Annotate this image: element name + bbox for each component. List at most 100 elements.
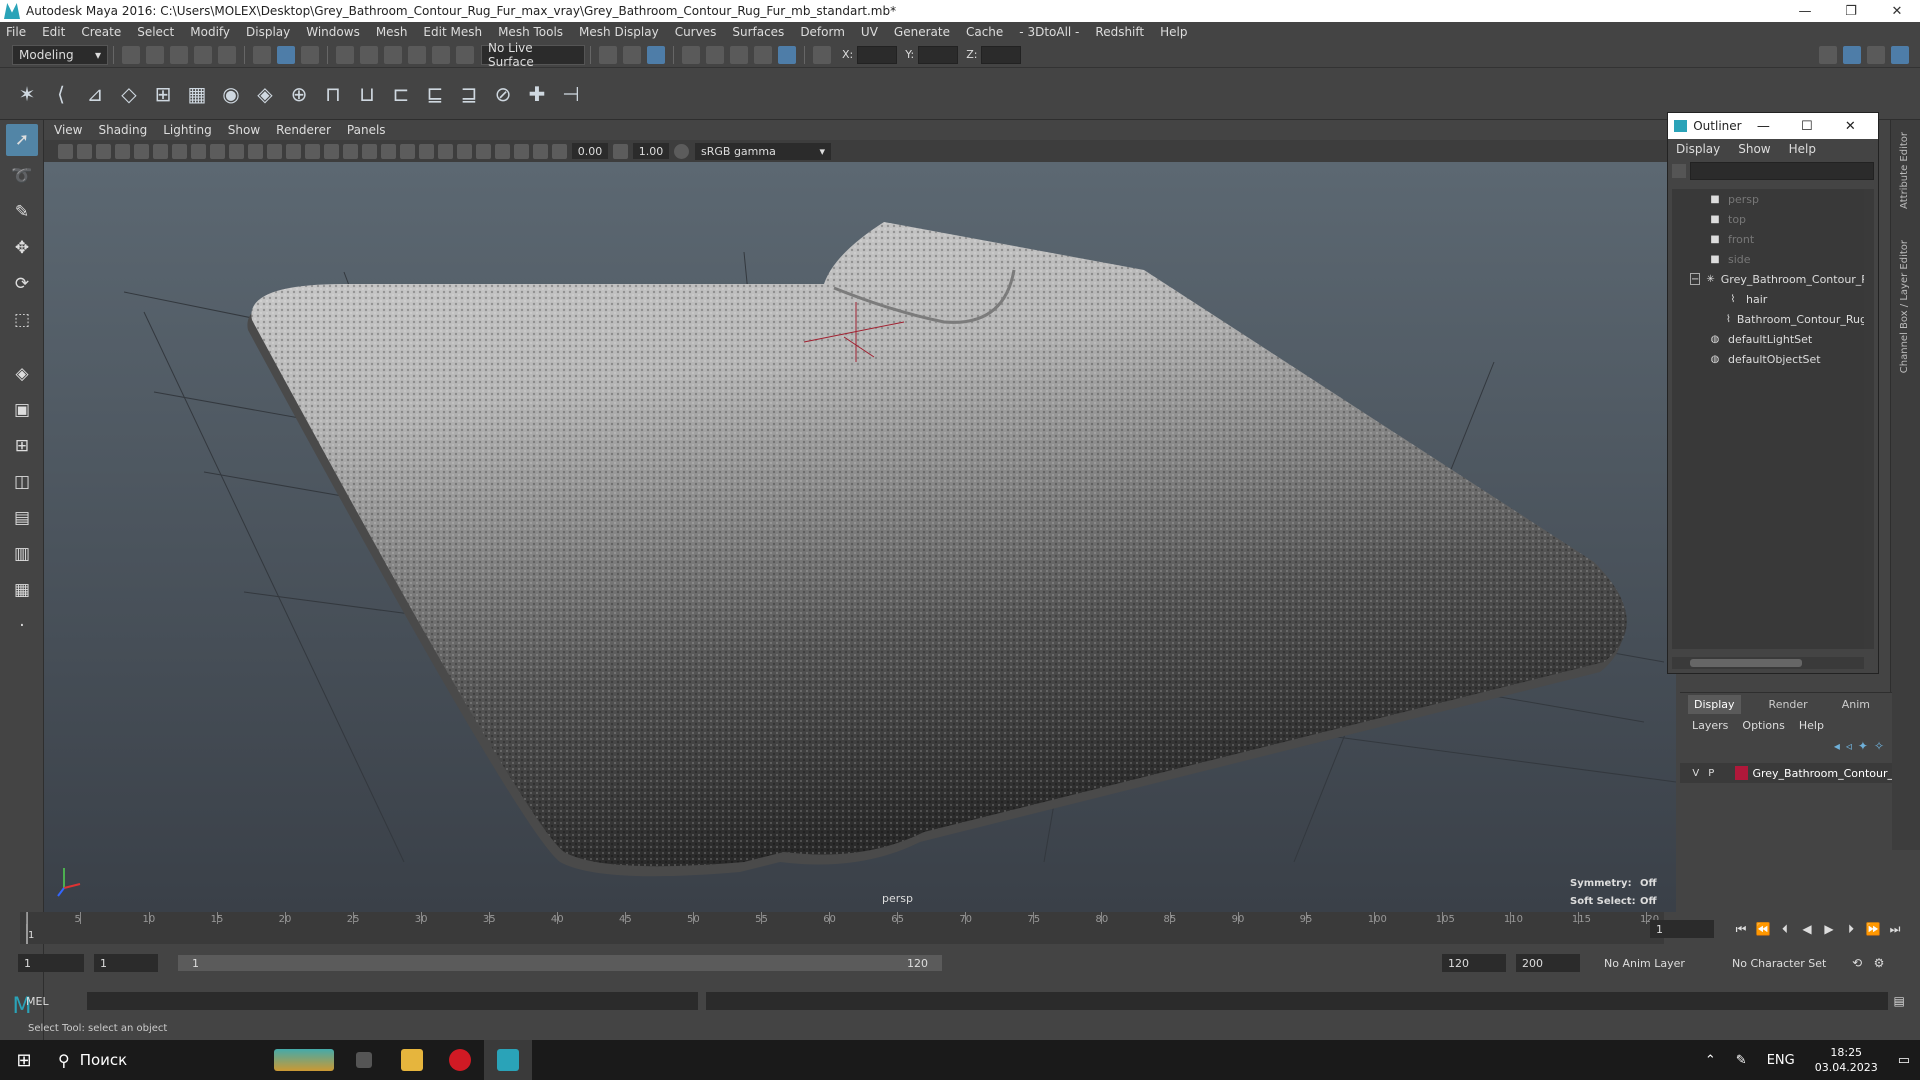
outliner-item-bathroom-contour-rug[interactable]: ⌇ Bathroom_Contour_Rug xyxy=(1672,309,1864,329)
panel-menu-view[interactable]: View xyxy=(54,123,82,137)
shadows-icon[interactable] xyxy=(381,143,396,159)
go-to-start-icon[interactable]: ⏮ xyxy=(1730,922,1752,937)
filter-icon[interactable] xyxy=(1672,164,1686,178)
use-all-lights-icon[interactable] xyxy=(362,143,377,159)
menu-edit-mesh[interactable]: Edit Mesh xyxy=(423,25,482,39)
shelf-tool-icon[interactable]: ⊔ xyxy=(353,79,381,109)
camera-attributes-icon[interactable] xyxy=(77,143,92,159)
new-scene-icon[interactable] xyxy=(122,45,140,64)
panel-menu-lighting[interactable]: Lighting xyxy=(163,123,212,137)
taskbar-search[interactable]: ⚲ Поиск xyxy=(48,1040,268,1080)
menu-generate[interactable]: Generate xyxy=(894,25,950,39)
character-set-dropdown[interactable]: No Character Set xyxy=(1726,954,1846,972)
step-forward-frame-icon[interactable]: ⏵ xyxy=(1840,922,1862,937)
time-slider[interactable]: 1 5 10 15 20 25 30 35 40 45 50 55 60 65 70 75 80 85 90 95 10… xyxy=(20,912,1664,944)
shelf-tool-icon[interactable]: ✶ xyxy=(13,79,41,109)
live-surface-field[interactable]: No Live Surface xyxy=(481,41,585,69)
outliner-item-top[interactable]: ■ top xyxy=(1672,209,1864,229)
z-coord-field[interactable] xyxy=(981,45,1022,64)
outliner-menu-help[interactable]: Help xyxy=(1789,142,1816,156)
shelf-tool-icon[interactable]: ◈ xyxy=(251,79,279,109)
menu-curves[interactable]: Curves xyxy=(675,25,717,39)
new-layer-selected-icon[interactable]: ✧ xyxy=(1874,739,1884,753)
menu-surfaces[interactable]: Surfaces xyxy=(732,25,784,39)
render-view-icon[interactable] xyxy=(682,45,700,64)
menu-uv[interactable]: UV xyxy=(861,25,878,39)
gate-mask-icon[interactable] xyxy=(191,143,206,159)
paint-select-icon[interactable]: ✎ xyxy=(6,196,38,228)
grid-toggle-icon[interactable] xyxy=(134,143,149,159)
outliner-close-button[interactable]: ✕ xyxy=(1829,119,1872,134)
persp-hypershade-layout-icon[interactable]: ▥ xyxy=(6,538,38,570)
command-language-label[interactable]: MEL xyxy=(26,995,65,1008)
step-back-frame-icon[interactable]: ⏴ xyxy=(1774,922,1796,937)
exposure-icon[interactable] xyxy=(552,143,567,159)
menu-set-dropdown[interactable]: Modeling ▾ xyxy=(12,44,108,65)
range-slider[interactable]: 1 120 xyxy=(178,955,942,971)
xray-icon[interactable] xyxy=(495,143,510,159)
new-layer-icon[interactable]: ✦ xyxy=(1858,739,1868,753)
film-gate-icon[interactable] xyxy=(153,143,168,159)
layer-menu-options[interactable]: Options xyxy=(1742,719,1784,732)
outliner-item-hair[interactable]: ⌇ hair xyxy=(1672,289,1864,309)
taskbar-clock[interactable]: 18:25 03.04.2023 xyxy=(1815,1045,1878,1075)
panel-menu-show[interactable]: Show xyxy=(228,123,260,137)
bookmarks-icon[interactable] xyxy=(96,143,111,159)
hypershade-icon[interactable] xyxy=(778,45,796,64)
shelf-tool-icon[interactable]: ⊘ xyxy=(489,79,517,109)
snap-surface-icon[interactable] xyxy=(432,45,450,64)
snap-view-icon[interactable] xyxy=(408,45,426,64)
playback-end-field[interactable]: 120 xyxy=(1442,954,1506,972)
gamma-field[interactable]: 1.00 xyxy=(633,143,669,159)
single-perspective-layout-icon[interactable]: ▣ xyxy=(6,394,38,426)
motion-blur-icon[interactable] xyxy=(419,143,434,159)
color-management-icon[interactable] xyxy=(674,143,689,159)
toggle-modeling-toolkit-icon[interactable] xyxy=(1819,45,1837,64)
layer-menu-help[interactable]: Help xyxy=(1799,719,1824,732)
shelf-tool-icon[interactable]: ▦ xyxy=(183,79,211,109)
snap-grid-icon[interactable] xyxy=(336,45,354,64)
perspective-viewport[interactable]: persp Symmetry: Off Soft Select: Off xyxy=(44,162,1676,912)
y-coord-field[interactable] xyxy=(918,45,959,64)
move-layer-down-icon[interactable]: ◃ xyxy=(1846,739,1852,753)
script-editor-icon[interactable]: ▤ xyxy=(1888,994,1910,1008)
tray-overflow-icon[interactable]: ⌃ xyxy=(1705,1053,1716,1068)
menu-3dtoall[interactable]: - 3DtoAll - xyxy=(1019,25,1079,39)
isolate-select-icon[interactable] xyxy=(476,143,491,159)
snap-point-icon[interactable] xyxy=(384,45,402,64)
screen-space-ao-icon[interactable] xyxy=(400,143,415,159)
scale-tool-icon[interactable]: ⬚ xyxy=(6,304,38,336)
windows-start-icon[interactable]: ⊞ xyxy=(0,1040,48,1080)
maya-taskbar-icon[interactable] xyxy=(484,1040,532,1080)
layer-playback-toggle[interactable]: P xyxy=(1704,768,1720,779)
rotate-tool-icon[interactable]: ⟳ xyxy=(6,268,38,300)
menu-help[interactable]: Help xyxy=(1160,25,1187,39)
close-button[interactable]: ✕ xyxy=(1874,4,1920,19)
persp-graph-layout-icon[interactable]: ▤ xyxy=(6,502,38,534)
undo-icon[interactable] xyxy=(194,45,212,64)
wireframe-icon[interactable] xyxy=(267,143,282,159)
panel-menu-shading[interactable]: Shading xyxy=(98,123,147,137)
play-forwards-icon[interactable]: ▶ xyxy=(1818,922,1840,936)
language-indicator[interactable]: ENG xyxy=(1767,1053,1795,1068)
menu-cache[interactable]: Cache xyxy=(966,25,1003,39)
xray-active-icon[interactable] xyxy=(514,143,529,159)
move-tool-icon[interactable]: ✥ xyxy=(6,232,38,264)
auto-key-icon[interactable]: ⟲ xyxy=(1846,956,1868,970)
menu-select[interactable]: Select xyxy=(137,25,174,39)
task-view-icon[interactable] xyxy=(340,1040,388,1080)
safe-title-icon[interactable] xyxy=(248,143,263,159)
outliner-menu-show[interactable]: Show xyxy=(1738,142,1770,156)
select-object-icon[interactable] xyxy=(277,45,295,64)
step-back-key-icon[interactable]: ⏪ xyxy=(1752,922,1774,936)
outliner-item-side[interactable]: ■ side xyxy=(1672,249,1864,269)
shelf-tool-icon[interactable]: ⊓ xyxy=(319,79,347,109)
outliner-hscrollbar[interactable] xyxy=(1672,657,1864,669)
shelf-tool-icon[interactable]: ⊣ xyxy=(557,79,585,109)
show-manipulator-icon[interactable]: ◈ xyxy=(6,358,38,390)
snap-curve-icon[interactable] xyxy=(360,45,378,64)
step-forward-key-icon[interactable]: ⏩ xyxy=(1862,922,1884,936)
command-input[interactable] xyxy=(87,992,699,1010)
layer-menu-layers[interactable]: Layers xyxy=(1692,719,1728,732)
select-component-icon[interactable] xyxy=(301,45,319,64)
